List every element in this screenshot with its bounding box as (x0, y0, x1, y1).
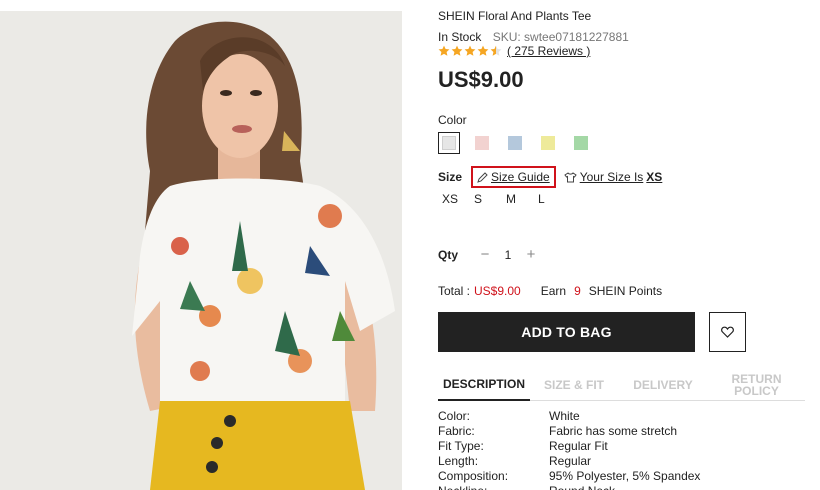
description-value: Fabric has some stretch (549, 424, 678, 438)
sku-text: SKU: swtee07181227881 (492, 30, 629, 44)
description-value: Regular Fit (549, 439, 608, 453)
size-option-s[interactable]: S (470, 192, 502, 206)
points-label: SHEIN Points (588, 284, 663, 298)
color-swatch-blue[interactable] (504, 132, 526, 154)
star-icon (477, 45, 489, 56)
size-guide-button[interactable]: Size Guide (471, 166, 556, 188)
size-option-xs[interactable]: XS (438, 192, 470, 206)
your-size-link[interactable]: Your Size Is XS (563, 170, 663, 184)
wishlist-button[interactable] (709, 312, 746, 352)
qty-label: Qty (438, 247, 459, 262)
size-label: Size (438, 170, 463, 184)
rating-row: ( 275 Reviews ) (438, 43, 590, 59)
description-value: White (549, 409, 580, 423)
color-swatch-white[interactable] (438, 132, 460, 154)
description-row: Neckline:Round Neck (438, 484, 700, 490)
star-icon (451, 45, 463, 56)
description-key: Color: (438, 409, 471, 423)
color-swatch-yellow[interactable] (537, 132, 559, 154)
points-value: 9 (574, 284, 581, 298)
product-title: SHEIN Floral And Plants Tee (438, 9, 592, 23)
stock-line: In Stock SKU: swtee07181227881 (438, 30, 629, 44)
swatch-fill (442, 136, 456, 150)
qty-increase-button[interactable]: + (524, 246, 538, 263)
star-icon (464, 45, 476, 56)
your-size-value: XS (646, 170, 663, 184)
description-row: Composition: 95% Polyester, 5% Spandex (438, 469, 700, 484)
size-options: XS S M L (438, 192, 566, 206)
total-label: Total : (438, 284, 471, 298)
swatch-fill (574, 136, 588, 150)
swatch-fill (475, 136, 489, 150)
shirt-icon (563, 171, 577, 182)
description-value: Regular (549, 454, 592, 468)
total-row: Total : US$9.00 Earn 9 SHEIN Points (438, 284, 662, 298)
description-row: Fabric: Fabric has some stretch (438, 424, 700, 439)
earn-label: Earn (540, 284, 567, 298)
swatch-fill (508, 136, 522, 150)
size-option-l[interactable]: L (534, 192, 566, 206)
pencil-icon (477, 171, 488, 183)
qty-value[interactable]: 1 (492, 248, 524, 262)
description-table: Color: White Fabric: Fabric has some stretc… (438, 409, 700, 490)
tab-description[interactable]: DESCRIPTION (438, 368, 530, 401)
description-key: Neckline: (438, 484, 549, 490)
description-row: Length: Regular (438, 454, 700, 469)
heart-icon (721, 326, 734, 338)
star-icon (438, 45, 450, 56)
stock-status: In Stock (438, 30, 482, 44)
product-tabs: DESCRIPTION SIZE & FIT DELIVERY RETURN POLI… (438, 368, 805, 401)
description-key: Fit Type: (438, 439, 484, 453)
quantity-stepper: Qty − 1 + (438, 246, 538, 263)
description-value: Round Neck (549, 484, 615, 490)
description-value: 95% Polyester, 5% Spandex (549, 469, 701, 483)
size-row: Size Size Guide Your Size Is XS (438, 166, 662, 188)
swatch-fill (541, 136, 555, 150)
color-label: Color (438, 113, 467, 127)
tab-delivery[interactable]: DELIVERY (618, 368, 708, 401)
reviews-link[interactable]: ( 275 Reviews ) (507, 44, 590, 58)
size-option-m[interactable]: M (502, 192, 534, 206)
star-icon (490, 45, 502, 56)
product-price: US$9.00 (438, 67, 524, 92)
your-size-prefix: Your Size Is (579, 170, 644, 184)
qty-decrease-button[interactable]: − (478, 246, 492, 263)
total-value: US$9.00 (474, 284, 521, 298)
product-info-panel: SHEIN Floral And Plants Tee In Stock SKU… (438, 0, 808, 490)
add-to-bag-button[interactable]: ADD TO BAG (438, 312, 695, 352)
tab-return-policy[interactable]: RETURN POLICY (708, 368, 805, 401)
description-key: Length: (438, 454, 479, 468)
product-image[interactable] (0, 11, 402, 490)
description-key: Composition: (438, 469, 509, 483)
tab-size-fit[interactable]: SIZE & FIT (530, 368, 618, 401)
color-swatch-green[interactable] (570, 132, 592, 154)
color-swatches (438, 132, 603, 154)
color-swatch-pink[interactable] (471, 132, 493, 154)
description-row: Fit Type: Regular Fit (438, 439, 700, 454)
size-guide-label: Size Guide (491, 170, 550, 184)
description-key: Fabric: (438, 424, 475, 438)
description-row: Color: White (438, 409, 700, 424)
star-rating (438, 45, 503, 57)
